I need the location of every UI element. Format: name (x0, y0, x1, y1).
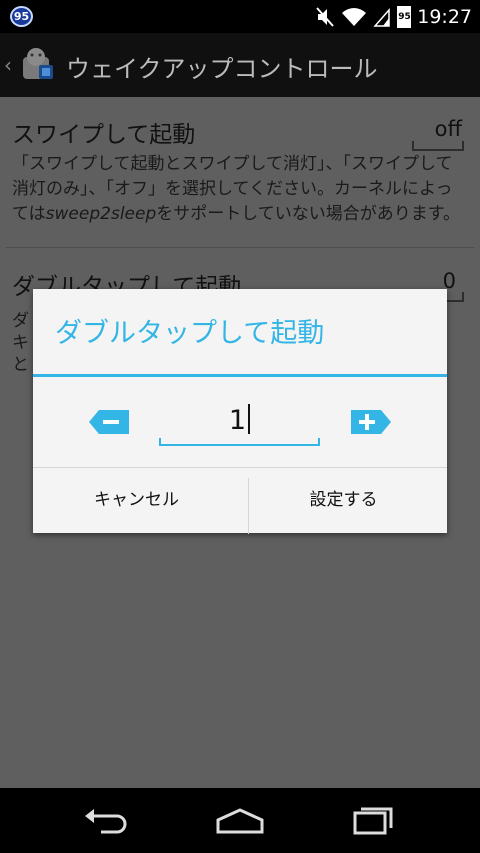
increment-button[interactable] (351, 410, 391, 434)
dialog-title: ダブルタップして起動 (55, 318, 325, 349)
signal-icon (373, 7, 390, 27)
battery-icon: 95 (397, 5, 412, 28)
page-title: ウェイクアップコントロール (66, 55, 378, 83)
decrement-button[interactable] (89, 410, 129, 434)
input-underline (159, 438, 320, 446)
number-picker-dialog: ダブルタップして起動 1 キャンセル 設定する (33, 289, 447, 534)
status-icons: 95 19:27 (315, 4, 472, 29)
pref-summary-fragment: と (12, 355, 29, 375)
status-time: 19:27 (417, 5, 472, 28)
wifi-icon (342, 7, 367, 26)
volume-muted-icon (316, 6, 334, 27)
number-value: 1 (228, 405, 247, 436)
status-bar: 95 95 19:27 (0, 0, 480, 33)
divider (6, 247, 474, 248)
pref-title: スワイプして起動 (12, 122, 196, 148)
text-cursor (248, 404, 251, 434)
cancel-button[interactable]: キャンセル (33, 468, 240, 534)
dialog-title-divider (33, 374, 447, 377)
set-button[interactable]: 設定する (240, 468, 447, 534)
back-caret-icon[interactable]: ‹ (4, 53, 12, 77)
back-icon[interactable] (77, 804, 137, 838)
pref-value: off (434, 117, 462, 141)
dialog-button-bar: キャンセル 設定する (33, 467, 447, 534)
navigation-bar (0, 788, 480, 853)
recents-icon[interactable] (343, 804, 403, 838)
number-input[interactable]: 1 (159, 396, 320, 446)
pref-summary: 「スワイプして起動とスワイプして消灯」、「スワイプして消灯のみ」、「オフ」を選択… (12, 154, 461, 224)
action-bar: ‹ ウェイクアップコントロール (0, 33, 480, 97)
value-underline (412, 141, 464, 151)
notification-badge: 95 (10, 6, 33, 27)
home-icon[interactable] (210, 804, 270, 838)
app-logo-icon[interactable] (17, 45, 57, 85)
